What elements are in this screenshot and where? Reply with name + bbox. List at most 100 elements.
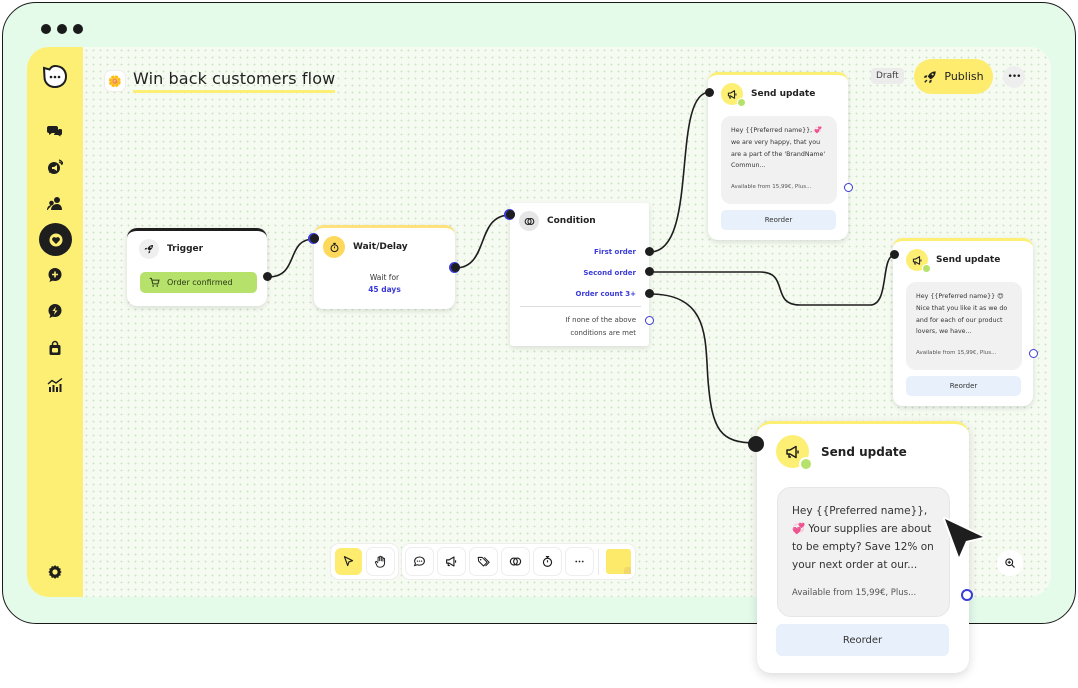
condition-option-order-count[interactable]: Order count 3+ — [576, 290, 637, 298]
send-update-output-port[interactable] — [961, 589, 973, 601]
else-output-port[interactable] — [645, 316, 654, 325]
sticky-note-button[interactable] — [606, 549, 631, 574]
wait-duration[interactable]: 45 days — [314, 285, 455, 294]
sidebar — [27, 47, 83, 597]
send-update-header: Send update — [906, 249, 1001, 273]
users-icon — [47, 197, 62, 211]
wait-delay-node[interactable]: Wait/Delay Wait for 45 days — [314, 225, 455, 309]
condition-option-second-order[interactable]: Second order — [583, 269, 636, 277]
publish-button[interactable]: Publish — [914, 59, 993, 94]
add-message-button[interactable] — [406, 548, 433, 575]
settings-button[interactable] — [41, 558, 69, 586]
condition-title: Condition — [547, 216, 596, 226]
send-update-output-port[interactable] — [844, 183, 853, 192]
megaphone-icon — [776, 435, 813, 471]
canvas-toolbar — [331, 544, 635, 579]
stopwatch-icon — [542, 556, 553, 567]
zoom-in-icon — [1005, 558, 1015, 568]
window-controls[interactable] — [41, 24, 83, 34]
send-update-node[interactable]: Send update Hey {{Preferred name}}, 💞 we… — [708, 72, 848, 240]
trigger-title: Trigger — [167, 244, 204, 254]
trigger-event-pill[interactable]: Order confirmed — [140, 272, 257, 293]
condition-header: Condition — [519, 211, 596, 231]
stopwatch-icon — [323, 236, 345, 258]
send-update-node-expanded[interactable]: Send update Hey {{Preferred name}}, 💞 Yo… — [757, 421, 969, 673]
pan-tool-button[interactable] — [367, 548, 394, 575]
select-tool-button[interactable] — [335, 548, 362, 575]
more-options-button[interactable]: ••• — [1003, 66, 1025, 88]
sidebar-item-analytics[interactable] — [41, 371, 69, 399]
send-update-title: Send update — [936, 255, 1001, 265]
rocket-icon — [139, 239, 159, 259]
send-update-input-port[interactable] — [748, 436, 764, 452]
send-update-input-port[interactable] — [705, 88, 714, 97]
trigger-output-port[interactable] — [263, 272, 272, 281]
reorder-button[interactable]: Reorder — [776, 624, 949, 656]
window-dot[interactable] — [41, 24, 51, 34]
message-preview[interactable]: Hey {{Preferred name}} 😍 Nice that you l… — [906, 282, 1022, 370]
add-tag-button[interactable] — [470, 548, 497, 575]
lightning-bubble-icon — [48, 304, 62, 318]
trigger-node[interactable]: Trigger Order confirmed — [127, 228, 267, 306]
send-update-header: Send update — [721, 83, 815, 107]
message-footer: Available from 15,99€, Plus... — [916, 350, 997, 357]
flow-title[interactable]: Win back customers flow — [133, 69, 336, 93]
add-condition-button[interactable] — [502, 548, 529, 575]
navigation-tools — [331, 544, 398, 579]
mouse-cursor-icon — [943, 517, 985, 559]
condition-divider — [520, 306, 641, 307]
message-preview[interactable]: Hey {{Preferred name}}, 💞 we are very ha… — [721, 116, 837, 204]
window-dot[interactable] — [57, 24, 67, 34]
condition-rings-icon — [519, 211, 539, 231]
send-update-input-port[interactable] — [890, 250, 899, 259]
megaphone-bubble-icon — [48, 159, 63, 174]
status-badge: Draft — [871, 68, 904, 84]
sidebar-item-conversations[interactable] — [41, 117, 69, 145]
send-update-node[interactable]: Send update Hey {{Preferred name}} 😍 Nic… — [893, 238, 1033, 406]
pointer-icon — [343, 556, 354, 567]
condition-input-port[interactable] — [506, 210, 515, 219]
plus-bubble-icon — [48, 268, 62, 282]
wait-input-port[interactable] — [310, 234, 319, 243]
condition-option-first-order[interactable]: First order — [594, 248, 636, 256]
more-icon — [575, 560, 584, 563]
send-update-title: Send update — [821, 444, 907, 459]
window-dot[interactable] — [73, 24, 83, 34]
condition-else-text: If none of the above conditions are met — [565, 314, 636, 340]
message-preview[interactable]: Hey {{Preferred name}}, 💞 Your supplies … — [777, 487, 950, 617]
first-order-output-port[interactable] — [645, 247, 654, 256]
heart-bubble-icon — [49, 233, 62, 246]
megaphone-icon — [446, 556, 457, 567]
order-count-output-port[interactable] — [645, 289, 654, 298]
status-dot — [922, 264, 931, 273]
add-delay-button[interactable] — [534, 548, 561, 575]
status-dot — [799, 457, 813, 471]
chat-bubble-logo-icon[interactable] — [41, 63, 69, 91]
chat-bubbles-icon — [47, 126, 62, 137]
node-tools — [402, 544, 635, 579]
reorder-button[interactable]: Reorder — [721, 210, 836, 230]
sidebar-item-contacts[interactable] — [41, 189, 69, 217]
more-tools-button[interactable] — [566, 548, 593, 575]
trigger-event-label: Order confirmed — [167, 278, 233, 287]
sidebar-item-flows[interactable] — [39, 223, 72, 256]
message-footer: Available from 15,99€, Plus... — [731, 184, 812, 191]
sidebar-item-automations[interactable] — [41, 297, 69, 325]
send-update-output-port[interactable] — [1029, 349, 1038, 358]
condition-else-line-2: conditions are met — [570, 329, 636, 337]
add-send-update-button[interactable] — [438, 548, 465, 575]
condition-else-line-1: If none of the above — [565, 316, 636, 324]
wait-label: Wait for — [369, 273, 400, 282]
reorder-button[interactable]: Reorder — [906, 376, 1021, 396]
second-order-output-port[interactable] — [645, 267, 654, 276]
zoom-in-button[interactable] — [997, 550, 1023, 576]
flower-icon[interactable]: 🌼 — [105, 71, 125, 91]
chart-icon — [47, 377, 63, 392]
sidebar-item-shop[interactable] — [41, 334, 69, 362]
wait-output-port[interactable] — [451, 263, 460, 272]
sidebar-item-broadcasts[interactable] — [41, 153, 69, 181]
sidebar-item-add[interactable] — [41, 261, 69, 289]
message-text: Hey {{Preferred name}}, 💞 we are very ha… — [731, 127, 826, 170]
condition-node[interactable]: Condition First order Second order Order… — [510, 203, 649, 346]
megaphone-icon — [906, 249, 931, 273]
